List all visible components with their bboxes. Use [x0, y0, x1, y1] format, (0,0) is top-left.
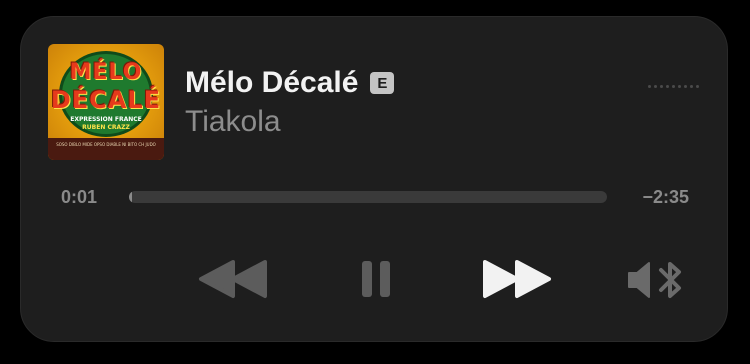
- elapsed-time: 0:01: [61, 187, 98, 207]
- ellipsis-dot: [660, 85, 663, 88]
- track-title[interactable]: Mélo Décalé: [185, 66, 358, 100]
- rewind-button[interactable]: [191, 255, 275, 303]
- ellipsis-icon[interactable]: [648, 85, 699, 88]
- speaker-bluetooth-icon: [628, 262, 681, 298]
- now-playing-widget: MÉLO DÉCALÉ EXPRESSION FRANCE RUBEN CRAZ…: [20, 16, 728, 342]
- pause-button[interactable]: [349, 255, 403, 303]
- pause-icon: [362, 261, 390, 297]
- ellipsis-dot: [690, 85, 693, 88]
- artwork-subtitle-line1: EXPRESSION FRANCE: [70, 116, 142, 123]
- artwork-title-line2: DÉCALÉ: [50, 86, 162, 114]
- fast-forward-icon: [483, 260, 551, 298]
- ellipsis-dot: [648, 85, 651, 88]
- artwork-subtitle-line2: RUBEN CRAZZ: [82, 124, 130, 131]
- audio-output-button[interactable]: [621, 257, 691, 303]
- fast-forward-button[interactable]: [475, 255, 559, 303]
- track-title-row: Mélo Décalé E: [185, 65, 395, 101]
- ellipsis-dot: [672, 85, 675, 88]
- playback-progress-fill: [129, 191, 132, 203]
- now-playing-screen: MÉLO DÉCALÉ EXPRESSION FRANCE RUBEN CRAZ…: [0, 0, 750, 364]
- ellipsis-dot: [666, 85, 669, 88]
- ellipsis-dot: [678, 85, 681, 88]
- explicit-badge: E: [370, 72, 395, 94]
- rewind-icon: [199, 260, 267, 298]
- ellipsis-dot: [684, 85, 687, 88]
- ellipsis-dot: [654, 85, 657, 88]
- artwork-title-line1: MÉLO: [69, 60, 143, 85]
- album-artwork[interactable]: MÉLO DÉCALÉ EXPRESSION FRANCE RUBEN CRAZ…: [48, 44, 164, 160]
- ellipsis-dot: [696, 85, 699, 88]
- playback-scrubber[interactable]: [129, 191, 607, 203]
- artist-name[interactable]: Tiakola: [185, 105, 281, 139]
- remaining-time: −2:35: [642, 187, 689, 207]
- artwork-footer-text: SOSO DIBLO MIDE OPSO DIABLE NI BITO CH J…: [48, 138, 164, 160]
